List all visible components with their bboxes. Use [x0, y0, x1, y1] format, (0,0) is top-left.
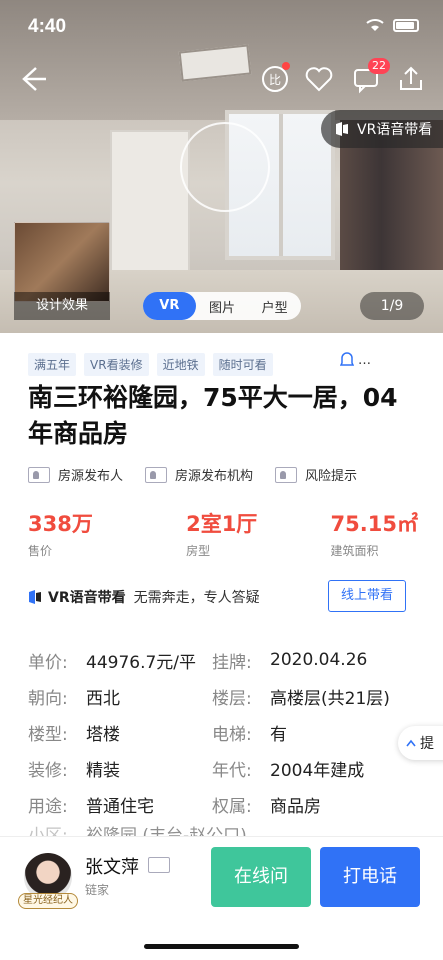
favorite-heart-icon[interactable] [302, 62, 336, 96]
vr-voice-tour-button[interactable]: VR语音带看 [321, 110, 443, 148]
stat-price: 338万售价 [28, 508, 93, 559]
vr-banner-label: VR语音带看 [48, 590, 126, 606]
more-indicator: … [358, 352, 371, 368]
battery-icon [393, 18, 419, 32]
info-key: 年代: [212, 760, 252, 781]
id-card-icon [28, 466, 50, 483]
info-key: 电梯: [212, 724, 252, 745]
vr-logo-icon [29, 590, 41, 604]
info-key: 用途: [28, 796, 68, 817]
info-key: 装修: [28, 760, 68, 781]
info-row: 楼型: 塔楼 电梯: 有 [28, 714, 428, 750]
design-effect-thumbnail[interactable] [14, 222, 110, 302]
chevron-up-icon [406, 739, 416, 747]
role-risk-notice[interactable]: 风险提示 [275, 465, 357, 484]
back-arrow-icon[interactable] [14, 62, 48, 96]
svg-text:比: 比 [269, 73, 281, 87]
message-icon[interactable]: 22 [350, 58, 390, 96]
stat-label: 房型 [186, 544, 211, 558]
vr-logo-icon [336, 122, 348, 136]
hero-photo[interactable]: 4:40 比 22 VR语音带看 设计效果 VR 图片 户型 1/9 [0, 0, 443, 333]
info-value: 精装 [86, 760, 120, 781]
info-row: 单价: 44976.7元/平 挂牌: 2020.04.26 [28, 642, 428, 678]
info-value: 塔楼 [86, 724, 120, 745]
float-tip-label: 提 [420, 736, 434, 752]
shield-icon [275, 466, 298, 483]
stat-label: 售价 [28, 544, 53, 558]
design-effect-label[interactable]: 设计效果 [14, 292, 110, 320]
call-button[interactable]: 打电话 [320, 847, 420, 907]
stat-value: 75.15㎡ [330, 512, 418, 536]
info-value: 普通住宅 [86, 796, 154, 817]
tab-photos[interactable]: 图片 [196, 297, 249, 316]
wifi-icon [366, 19, 384, 31]
status-time: 4:40 [28, 16, 67, 37]
stat-layout: 2室1厅房型 [186, 508, 257, 559]
info-value: 44976.7元/平 [86, 652, 197, 673]
vr-voice-label: VR语音带看 [357, 122, 433, 138]
role-agency[interactable]: 房源发布机构 [145, 465, 253, 484]
role-label: 风险提示 [305, 469, 358, 484]
tab-vr[interactable]: VR [143, 292, 196, 320]
info-key: 挂牌: [212, 652, 252, 673]
tag: 随时可看 [212, 353, 273, 376]
agent-badge: 星光经纪人 [18, 893, 78, 909]
id-card-icon[interactable] [148, 857, 170, 873]
key-stats: 338万售价 2室1厅房型 75.15㎡建筑面积 [28, 508, 418, 559]
property-info: 单价: 44976.7元/平 挂牌: 2020.04.26 朝向: 西北 楼层: 高楼层… [28, 642, 428, 844]
stat-value: 2室1厅 [186, 512, 258, 536]
info-key: 楼型: [28, 724, 68, 745]
info-row: 用途: 普通住宅 权属: 商品房 [28, 786, 428, 822]
compare-icon[interactable]: 比 [258, 62, 292, 96]
tag: 近地铁 [156, 353, 205, 376]
share-icon[interactable] [394, 62, 428, 96]
info-value: 高楼层(共21层) [270, 688, 390, 709]
home-indicator [144, 944, 299, 949]
vr-banner: VR语音带看 无需奔走，专人答疑 线上带看 [28, 580, 408, 614]
media-tabs: VR 图片 户型 [143, 292, 301, 320]
role-label: 房源发布人 [58, 469, 124, 484]
tab-floorplan[interactable]: 户型 [248, 297, 301, 316]
stat-area: 75.15㎡建筑面积 [331, 508, 418, 559]
publisher-roles: 房源发布人 房源发布机构 风险提示 [28, 465, 357, 484]
info-value: 西北 [86, 688, 120, 709]
bottom-action-bar: 星光经纪人 张文萍 链家 在线问 打电话 [0, 836, 443, 960]
info-row: 朝向: 西北 楼层: 高楼层(共21层) [28, 678, 428, 714]
id-card-icon [145, 466, 168, 483]
tag: VR看装修 [84, 353, 149, 376]
agent-name[interactable]: 张文萍 [85, 853, 139, 879]
status-bar: 4:40 [0, 0, 443, 52]
bell-icon [340, 352, 354, 366]
stat-label: 建筑面积 [330, 544, 379, 558]
status-icons [365, 18, 419, 32]
subscribe-alert[interactable]: … [340, 352, 371, 368]
info-value: 2004年建成 [270, 760, 365, 781]
info-key: 朝向: [28, 688, 68, 709]
online-chat-button[interactable]: 在线问 [211, 847, 311, 907]
stat-value: 338万 [28, 512, 93, 536]
info-key: 权属: [212, 796, 252, 817]
info-row: 装修: 精装 年代: 2004年建成 [28, 750, 428, 786]
listing-tags: 满五年 VR看装修 近地铁 随时可看 [28, 353, 273, 376]
agent-company: 链家 [85, 883, 110, 897]
compare-badge-dot [282, 62, 290, 70]
online-tour-button[interactable]: 线上带看 [328, 580, 406, 612]
info-value: 商品房 [270, 796, 321, 817]
info-value: 有 [270, 724, 287, 745]
page-indicator: 1/9 [360, 292, 424, 320]
top-bar: 比 22 [0, 58, 443, 100]
message-badge: 22 [368, 58, 390, 74]
role-publisher[interactable]: 房源发布人 [28, 465, 123, 484]
vr-banner-desc: 无需奔走，专人答疑 [133, 590, 260, 606]
vr-hotspot-ring[interactable] [180, 122, 270, 212]
listing-title: 南三环裕隆园，75平大一居，04年商品房 [28, 383, 398, 448]
tag: 满五年 [28, 353, 77, 376]
info-key: 单价: [28, 652, 68, 673]
role-label: 房源发布机构 [175, 469, 254, 484]
floating-tip-button[interactable]: 提 [398, 726, 443, 760]
info-key: 楼层: [212, 688, 252, 709]
info-value: 2020.04.26 [270, 650, 368, 670]
